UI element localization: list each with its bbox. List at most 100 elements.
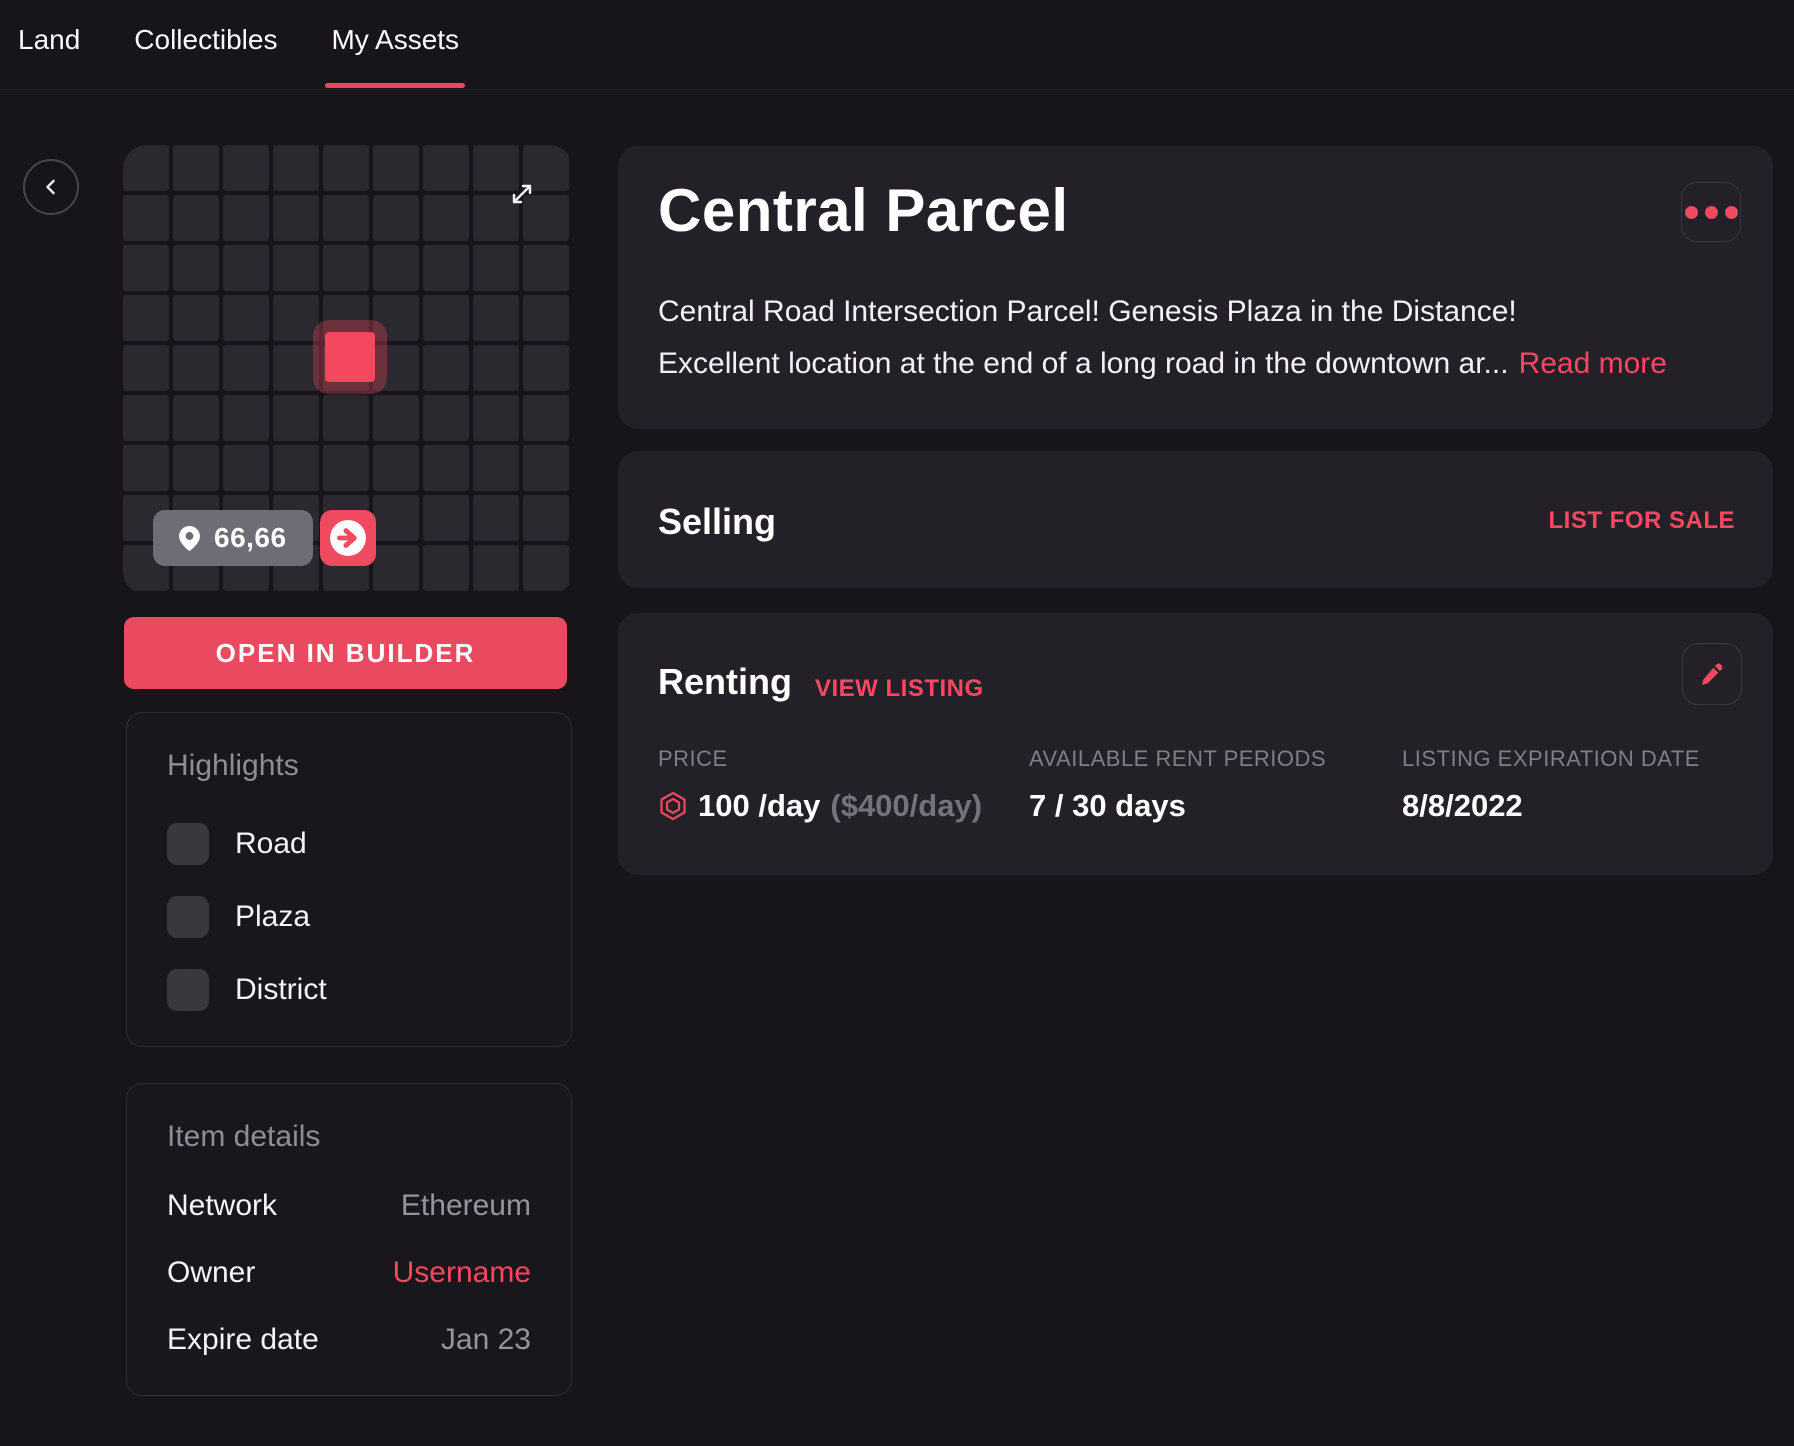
owner-value-link[interactable]: Username	[393, 1256, 531, 1290]
read-more-link[interactable]: Read more	[1519, 347, 1667, 380]
expire-date-value: Jan 23	[441, 1323, 531, 1357]
district-checkbox[interactable]	[167, 969, 209, 1011]
map-cell	[523, 395, 569, 441]
highlight-option-road[interactable]: Road	[167, 823, 327, 865]
map-cell	[473, 345, 519, 391]
item-details-title: Item details	[167, 1120, 320, 1154]
chevron-left-icon	[39, 175, 63, 199]
map-cell	[173, 295, 219, 341]
expiration-column: LISTING EXPIRATION DATE 8/8/2022	[1402, 746, 1700, 824]
price-column: PRICE 100 /day ($400/day)	[658, 746, 982, 824]
network-label: Network	[167, 1189, 277, 1223]
open-in-builder-button[interactable]: OPEN IN BUILDER	[124, 617, 567, 689]
map-cell	[273, 395, 319, 441]
map-cell	[123, 345, 169, 391]
highlight-option-district[interactable]: District	[167, 969, 327, 1011]
plaza-checkbox[interactable]	[167, 896, 209, 938]
map-cell	[323, 145, 369, 191]
list-for-sale-link[interactable]: LIST FOR SALE	[1549, 507, 1736, 535]
tab-my-assets[interactable]: My Assets	[331, 0, 459, 80]
road-label: Road	[235, 827, 307, 861]
mana-token-icon	[658, 791, 688, 821]
map-cell	[523, 545, 569, 591]
map-cell	[223, 445, 269, 491]
map-cell	[373, 495, 419, 541]
back-button[interactable]	[23, 159, 79, 215]
expiration-label: LISTING EXPIRATION DATE	[1402, 746, 1700, 772]
parcel-map[interactable]: 66,66	[123, 145, 573, 595]
selling-title: Selling	[658, 501, 776, 543]
page-title: Central Parcel	[658, 176, 1069, 245]
more-options-button[interactable]	[1681, 182, 1741, 242]
price-value: 100 /day	[698, 788, 820, 824]
map-cell	[373, 445, 419, 491]
map-cell	[423, 545, 469, 591]
owner-label: Owner	[167, 1256, 255, 1290]
map-cell	[423, 345, 469, 391]
top-nav: Land Collectibles My Assets	[0, 0, 1794, 90]
view-listing-link[interactable]: VIEW LISTING	[815, 675, 984, 703]
map-cell	[423, 145, 469, 191]
map-cell	[473, 445, 519, 491]
map-cell	[123, 395, 169, 441]
expand-map-icon[interactable]	[507, 179, 537, 209]
rent-periods-value: 7 / 30 days	[1029, 788, 1326, 824]
parcel-info-card: Central Parcel Central Road Intersection…	[618, 146, 1773, 429]
selling-card: Selling LIST FOR SALE	[618, 451, 1773, 588]
network-value: Ethereum	[401, 1189, 531, 1223]
map-cell	[373, 195, 419, 241]
renting-card: Renting VIEW LISTING PRICE 100 /day ($40…	[618, 613, 1773, 875]
map-cell	[323, 445, 369, 491]
tab-collectibles[interactable]: Collectibles	[134, 0, 277, 80]
map-cell	[273, 195, 319, 241]
map-cell	[323, 395, 369, 441]
map-cell	[173, 345, 219, 391]
map-cell	[323, 195, 369, 241]
map-cell	[173, 395, 219, 441]
map-cell	[423, 195, 469, 241]
map-cell	[223, 145, 269, 191]
map-cell	[323, 245, 369, 291]
renting-title: Renting	[658, 661, 792, 703]
map-cell	[223, 245, 269, 291]
tab-land[interactable]: Land	[18, 0, 80, 80]
selected-parcel	[325, 332, 375, 382]
map-cell	[373, 395, 419, 441]
map-cell	[473, 295, 519, 341]
map-cell	[123, 445, 169, 491]
map-cell	[523, 495, 569, 541]
highlight-option-plaza[interactable]: Plaza	[167, 896, 327, 938]
map-cell	[523, 295, 569, 341]
district-label: District	[235, 973, 327, 1007]
map-cell	[123, 295, 169, 341]
price-fiat-value: ($400/day)	[830, 788, 982, 824]
map-cell	[173, 245, 219, 291]
map-cell	[223, 345, 269, 391]
map-cell	[473, 245, 519, 291]
arrow-right-circle-icon	[329, 519, 367, 557]
map-cell	[373, 245, 419, 291]
rent-periods-column: AVAILABLE RENT PERIODS 7 / 30 days	[1029, 746, 1326, 824]
rent-periods-label: AVAILABLE RENT PERIODS	[1029, 746, 1326, 772]
parcel-description: Central Road Intersection Parcel! Genesi…	[658, 286, 1667, 390]
coordinates-badge: 66,66	[153, 510, 313, 566]
map-cell	[373, 145, 419, 191]
item-details-row: Network Ethereum	[167, 1186, 531, 1226]
map-cell	[223, 395, 269, 441]
three-dots-icon	[1685, 206, 1698, 219]
map-cell	[473, 495, 519, 541]
map-cell	[223, 295, 269, 341]
location-pin-icon	[179, 526, 200, 551]
edit-listing-button[interactable]	[1682, 643, 1742, 705]
map-cell	[423, 495, 469, 541]
price-label: PRICE	[658, 746, 982, 772]
map-cell	[123, 195, 169, 241]
road-checkbox[interactable]	[167, 823, 209, 865]
map-cell	[423, 295, 469, 341]
item-details-row: Expire date Jan 23	[167, 1320, 531, 1360]
item-details-row: Owner Username	[167, 1253, 531, 1293]
map-cell	[173, 195, 219, 241]
highlights-card: Highlights Road Plaza District	[126, 712, 572, 1047]
jump-in-button[interactable]	[320, 510, 376, 566]
map-cell	[523, 445, 569, 491]
